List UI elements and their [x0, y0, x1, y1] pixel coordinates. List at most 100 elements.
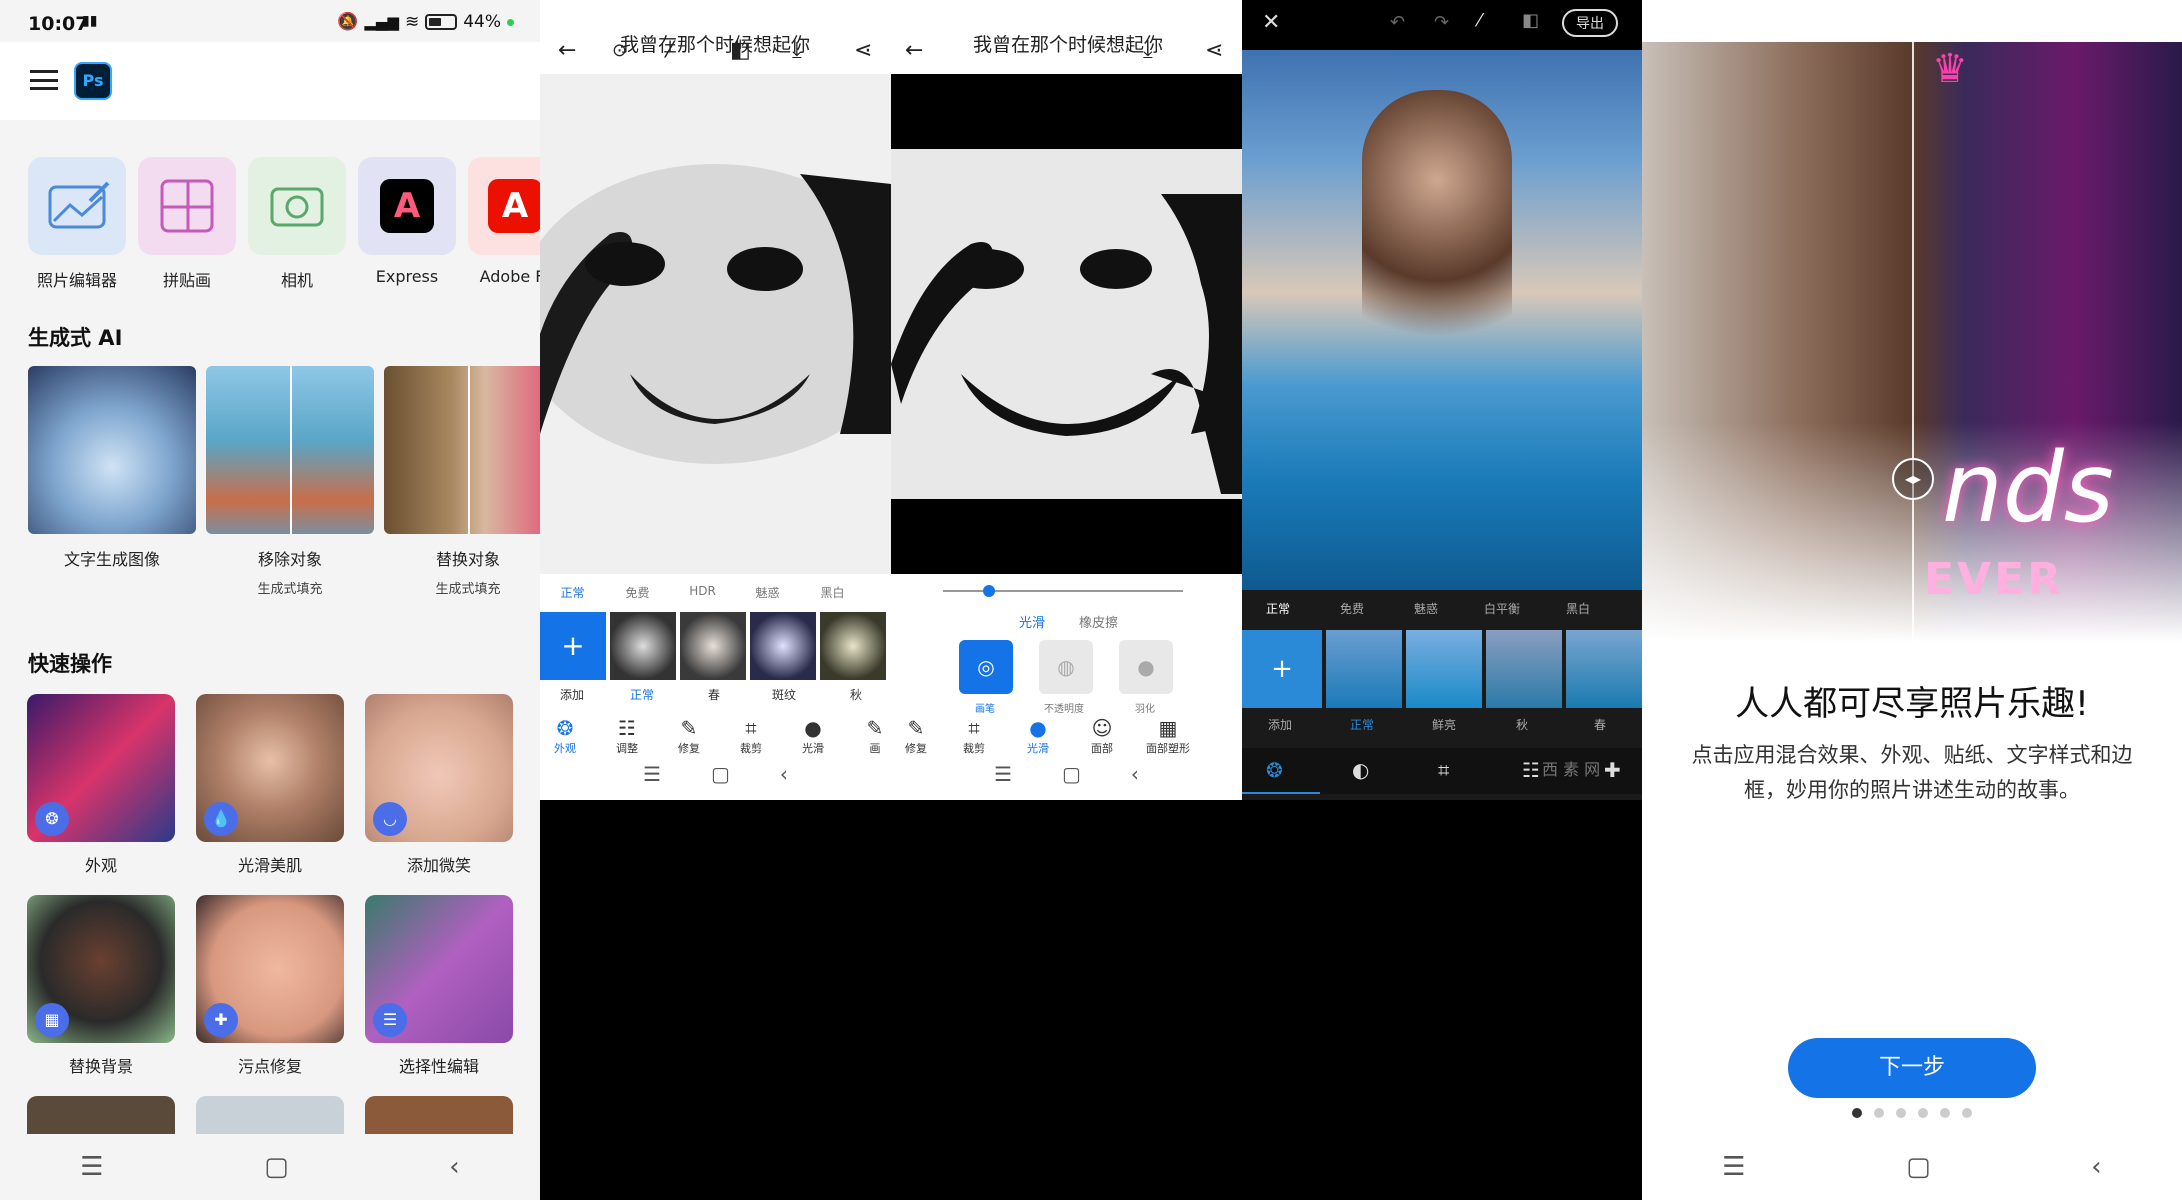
- tool-smooth[interactable]: ● 光滑: [788, 716, 838, 756]
- opacity-option-button[interactable]: ◍: [1039, 640, 1093, 694]
- tab-hdr[interactable]: HDR: [670, 584, 735, 601]
- add-look-button[interactable]: +: [540, 612, 606, 680]
- undo-icon[interactable]: ↶: [1390, 12, 1405, 33]
- filter-thumb[interactable]: [1486, 630, 1562, 708]
- tab-eraser[interactable]: 橡皮擦: [1079, 612, 1118, 631]
- quick-looks[interactable]: ❂ 外观: [27, 694, 175, 876]
- home-nav-icon[interactable]: ▢: [711, 762, 730, 796]
- app-camera[interactable]: 相机: [248, 157, 346, 291]
- quick-spot-heal[interactable]: ✚ 污点修复: [196, 895, 344, 1077]
- collage-icon: [138, 157, 236, 255]
- back-nav-icon[interactable]: ‹: [780, 762, 788, 796]
- tab-true[interactable]: 真: [865, 584, 891, 601]
- filter-thumb[interactable]: [1566, 630, 1642, 708]
- quick-selective-edit[interactable]: ☰ 选择性编辑: [365, 895, 513, 1077]
- feather-option-button[interactable]: ●: [1119, 640, 1173, 694]
- quick-replace-bg[interactable]: ▦ 替换背景: [27, 895, 175, 1077]
- tool-label: 面部塑形: [1146, 742, 1190, 755]
- quick-label: 替换背景: [68, 1057, 133, 1076]
- battery-percent: 44%: [463, 12, 501, 32]
- back-nav-icon[interactable]: ‹: [1131, 762, 1139, 796]
- tool-face[interactable]: ☺ 面部: [1077, 716, 1127, 756]
- share-icon[interactable]: ⋖: [854, 38, 872, 63]
- looks-icon[interactable]: ❂: [1266, 758, 1283, 782]
- tool-bar: ❂ 外观 ☷ 调整 ✎ 修复 ⌗ 裁剪 ● 光滑 ✎ 画: [540, 716, 891, 766]
- add-look-button[interactable]: +: [1242, 630, 1322, 708]
- export-button[interactable]: 导出: [1562, 9, 1618, 37]
- menu-nav-icon[interactable]: ☰: [1722, 1152, 1745, 1182]
- tool-crop[interactable]: ⌗ 裁剪: [726, 716, 776, 756]
- filter-thumb[interactable]: [1326, 630, 1402, 708]
- more-thumb[interactable]: [365, 1096, 513, 1136]
- blend-icon[interactable]: ◐: [1352, 758, 1369, 782]
- gen-title: 替换对象: [435, 550, 500, 569]
- wifi-icon: ≋: [404, 12, 420, 32]
- menu-nav-icon[interactable]: ☰: [643, 762, 661, 796]
- gen-remove-object[interactable]: 移除对象 生成式填充: [206, 366, 374, 597]
- crop-icon[interactable]: ⌗: [1438, 758, 1449, 782]
- tool-face-shape[interactable]: ▦ 面部塑形: [1143, 716, 1193, 756]
- tool-adjust[interactable]: ☷ 调整: [602, 716, 652, 756]
- quick-add-smile[interactable]: ◡ 添加微笑: [365, 694, 513, 876]
- photo-canvas[interactable]: [540, 74, 891, 574]
- brush-size-slider[interactable]: [943, 585, 1183, 597]
- filter-thumb[interactable]: [610, 612, 676, 680]
- filter-thumb[interactable]: [1406, 630, 1482, 708]
- tab-white-balance[interactable]: 白平衡: [1484, 600, 1520, 617]
- tab-free[interactable]: 免费: [605, 584, 670, 601]
- status-bar: 10:07 ▮▮ 🔕 ▂▄▆ ≋ 44%: [0, 0, 540, 42]
- filter-thumb[interactable]: [680, 612, 746, 680]
- adjust-icon[interactable]: ☷: [1522, 758, 1540, 782]
- home-nav-icon[interactable]: ▢: [264, 1152, 289, 1182]
- menu-nav-icon[interactable]: ☰: [994, 762, 1012, 796]
- quick-actions-title: 快速操作: [28, 652, 112, 676]
- tab-free[interactable]: 免费: [1340, 600, 1364, 617]
- tool-smooth[interactable]: ● 光滑: [1013, 716, 1063, 756]
- home-nav-icon[interactable]: ▢: [1062, 762, 1081, 796]
- back-nav-icon[interactable]: ‹: [2091, 1152, 2101, 1182]
- compare-icon[interactable]: ◧: [1522, 10, 1539, 31]
- tab-normal[interactable]: 正常: [1266, 600, 1290, 617]
- pool-photo[interactable]: [1242, 50, 1642, 590]
- share-icon[interactable]: ⋖: [1205, 38, 1223, 63]
- home-nav-icon[interactable]: ▢: [1906, 1152, 1931, 1182]
- app-express[interactable]: A Express: [358, 157, 456, 286]
- heal-icon[interactable]: ✚: [1604, 758, 1621, 782]
- magic-wand-icon[interactable]: ⁄: [1478, 10, 1481, 31]
- app-label: 照片编辑器: [36, 271, 117, 290]
- gen-replace-object[interactable]: 替换对象 生成式填充: [384, 366, 540, 597]
- more-thumb[interactable]: [196, 1096, 344, 1136]
- tab-glamour[interactable]: 魅惑: [1414, 600, 1438, 617]
- back-arrow-icon[interactable]: ←: [905, 38, 923, 63]
- crop-icon: ⌗: [968, 716, 980, 740]
- filter-thumb[interactable]: [820, 612, 886, 680]
- menu-icon[interactable]: [30, 70, 58, 90]
- quick-smooth-skin[interactable]: 💧 光滑美肌: [196, 694, 344, 876]
- back-nav-icon[interactable]: ‹: [449, 1152, 459, 1182]
- app-photo-editor[interactable]: 照片编辑器: [28, 157, 126, 291]
- app-firefly[interactable]: A Adobe Fir: [468, 157, 540, 286]
- tab-bw[interactable]: 黑白: [1566, 600, 1590, 617]
- tool-heal[interactable]: ✎ 修复: [664, 716, 714, 756]
- filter-thumb[interactable]: [750, 612, 816, 680]
- tab-bw[interactable]: 黑白: [800, 584, 865, 601]
- tool-crop[interactable]: ⌗ 裁剪: [949, 716, 999, 756]
- tab-smooth[interactable]: 光滑: [1019, 612, 1045, 631]
- tool-more[interactable]: ✎ 画: [850, 716, 891, 756]
- tool-heal[interactable]: ✎ 修复: [891, 716, 941, 756]
- compare-handle-icon[interactable]: ◂▸: [1892, 458, 1934, 500]
- slider-thumb[interactable]: [983, 585, 995, 597]
- tab-normal[interactable]: 正常: [540, 584, 605, 601]
- tab-glamour[interactable]: 魅惑: [735, 584, 800, 601]
- close-icon[interactable]: ✕: [1262, 10, 1280, 35]
- app-collage[interactable]: 拼贴画: [138, 157, 236, 291]
- brush-option-button[interactable]: ◎: [959, 640, 1013, 694]
- next-button[interactable]: 下一步: [1788, 1038, 2036, 1098]
- redo-icon[interactable]: ↷: [1434, 12, 1449, 33]
- gen-text-to-image[interactable]: 文字生成图像: [28, 366, 196, 570]
- back-arrow-icon[interactable]: ←: [558, 38, 576, 63]
- more-thumb[interactable]: [27, 1096, 175, 1136]
- photo-canvas[interactable]: [891, 74, 1242, 574]
- tool-looks[interactable]: ❂ 外观: [540, 716, 590, 756]
- menu-nav-icon[interactable]: ☰: [80, 1152, 103, 1182]
